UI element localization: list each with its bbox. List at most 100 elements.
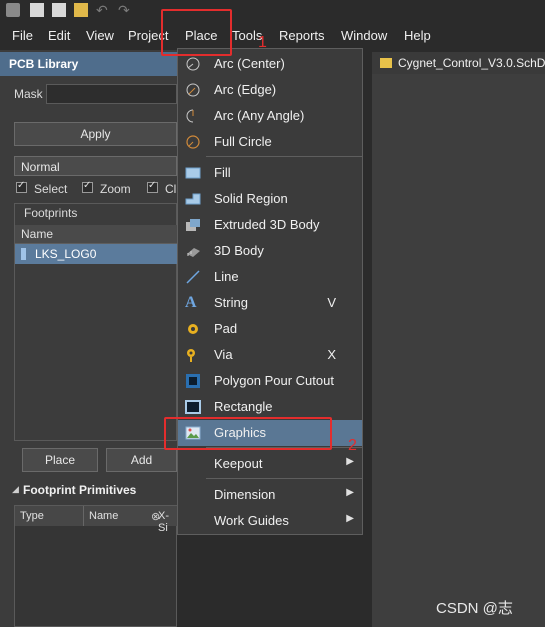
name-column-header: Name — [21, 227, 54, 241]
zoom-checkbox[interactable] — [82, 180, 93, 193]
place-menu: Arc (Center) Arc (Edge) Arc (Any Angle) … — [177, 48, 363, 535]
watermark-text: CSDN @志 — [436, 600, 513, 617]
mode-select-value: Normal — [21, 160, 60, 174]
primitives-table-header: Type Name ⊗ X-Si — [15, 506, 177, 534]
menu-item-pad[interactable]: Pad — [178, 316, 362, 342]
extruded-3d-body-icon — [186, 219, 200, 231]
3d-body-icon — [187, 248, 200, 257]
menu-item-label: Arc (Edge) — [214, 82, 277, 97]
redo-icon[interactable]: ↷ — [118, 3, 132, 17]
menu-item-label: Arc (Center) — [214, 56, 285, 71]
mask-label: Mask — [14, 87, 43, 101]
menu-item-shortcut: X — [327, 347, 336, 362]
solid-region-icon — [185, 193, 201, 205]
menu-item-label: Pad — [214, 321, 238, 336]
line-icon — [186, 270, 200, 284]
add-button[interactable]: Add — [106, 448, 177, 472]
menu-item-label: Keepout — [214, 456, 263, 471]
menu-item-work-guides[interactable]: Work Guides ▶ — [178, 508, 362, 534]
mode-select[interactable]: Normal — [14, 156, 177, 176]
menu-item-label: 3D Body — [214, 243, 264, 258]
place-button[interactable]: Place — [22, 448, 98, 472]
footprints-list-header[interactable]: Name — [15, 225, 177, 244]
select-checkbox-label: Select — [34, 182, 68, 196]
apply-button[interactable]: Apply — [14, 122, 177, 146]
annotation-number-2: 2 — [348, 437, 357, 454]
clear-checkbox-label: Cl — [165, 182, 177, 196]
menu-item-label: Line — [214, 269, 239, 284]
select-checkbox[interactable] — [16, 180, 27, 193]
menu-item-label: Rectangle — [214, 399, 273, 414]
document-tab-bar: Cygnet_Control_V3.0.SchDoc — [372, 52, 545, 74]
footprint-icon — [21, 248, 26, 260]
menu-item-via[interactable]: Via X — [178, 342, 362, 368]
menu-item-polygon-pour-cutout[interactable]: Polygon Pour Cutout — [178, 368, 362, 394]
menu-item-label: Full Circle — [214, 134, 272, 149]
undo-icon[interactable]: ↶ — [96, 3, 110, 17]
menu-item-label: String — [214, 295, 248, 310]
menu-edit[interactable]: Edit — [48, 28, 70, 43]
menu-item-arc-any-angle[interactable]: Arc (Any Angle) — [178, 103, 362, 129]
menu-item-shortcut: V — [327, 295, 336, 310]
menu-file[interactable]: File — [12, 28, 33, 43]
annotation-box-1 — [161, 9, 232, 56]
menu-item-extruded-3d-body[interactable]: Extruded 3D Body — [178, 212, 362, 238]
menu-item-solid-region[interactable]: Solid Region — [178, 186, 362, 212]
menu-item-dimension[interactable]: Dimension ▶ — [178, 482, 362, 508]
menu-help[interactable]: Help — [404, 28, 431, 43]
save-icon[interactable] — [30, 3, 44, 17]
clear-checkbox[interactable] — [147, 180, 158, 193]
x-size-column-header[interactable]: X-Si — [158, 510, 177, 534]
arc-any-angle-icon — [186, 109, 194, 123]
menu-item-3d-body[interactable]: 3D Body — [178, 238, 362, 264]
submenu-arrow-icon: ▶ — [346, 456, 354, 467]
menu-item-arc-edge[interactable]: Arc (Edge) — [178, 77, 362, 103]
menu-reports[interactable]: Reports — [279, 28, 325, 43]
footprint-name: LKS_LOG0 — [35, 247, 97, 261]
string-icon: A — [185, 294, 197, 311]
menu-item-full-circle[interactable]: Full Circle — [178, 129, 362, 155]
menu-item-label: Solid Region — [214, 191, 288, 206]
menu-item-label: Fill — [214, 165, 231, 180]
rectangle-icon — [185, 400, 201, 414]
schematic-canvas[interactable] — [372, 74, 545, 627]
quick-access-toolbar: ↶ ↷ — [0, 0, 545, 22]
full-circle-icon — [186, 135, 200, 149]
menu-item-label: Polygon Pour Cutout — [214, 373, 334, 388]
annotation-number-1: 1 — [258, 34, 267, 51]
menu-item-keepout[interactable]: Keepout ▶ — [178, 451, 362, 477]
zoom-checkbox-label: Zoom — [100, 182, 131, 196]
footprint-primitives-label: Footprint Primitives — [23, 483, 137, 497]
menu-item-fill[interactable]: Fill — [178, 160, 362, 186]
fill-icon — [185, 167, 201, 179]
menu-item-label: Via — [214, 347, 233, 362]
menu-view[interactable]: View — [86, 28, 114, 43]
menu-item-label: Dimension — [214, 487, 276, 502]
schematic-doc-icon — [380, 58, 392, 68]
type-column-header[interactable]: Type — [20, 510, 44, 522]
list-item[interactable]: LKS_LOG0 — [15, 244, 177, 264]
arc-edge-icon — [186, 83, 200, 97]
menu-bar: File Edit View Project Place Tools Repor… — [0, 24, 545, 50]
annotation-box-2 — [164, 417, 332, 450]
pad-icon — [188, 324, 198, 334]
menu-item-line[interactable]: Line — [178, 264, 362, 290]
menu-window[interactable]: Window — [341, 28, 387, 43]
collapse-triangle-icon[interactable]: ◢ — [12, 484, 19, 495]
menu-item-label: Arc (Any Angle) — [214, 108, 305, 123]
via-icon — [187, 349, 195, 362]
open-folder-icon[interactable] — [74, 3, 88, 17]
menu-item-label: Extruded 3D Body — [214, 217, 320, 232]
arc-center-icon — [186, 57, 200, 71]
save-all-icon[interactable] — [52, 3, 66, 17]
menu-item-label: Work Guides — [214, 513, 289, 528]
document-tab[interactable]: Cygnet_Control_V3.0.SchDoc — [398, 56, 545, 70]
submenu-arrow-icon: ▶ — [346, 513, 354, 524]
mask-input[interactable] — [46, 84, 177, 104]
submenu-arrow-icon: ▶ — [346, 487, 354, 498]
name-column-header[interactable]: Name — [89, 510, 118, 522]
panel-title: PCB Library — [0, 52, 177, 76]
splitter[interactable] — [363, 52, 372, 627]
footprints-label: Footprints — [24, 206, 78, 220]
menu-item-string[interactable]: A String V — [178, 290, 362, 316]
